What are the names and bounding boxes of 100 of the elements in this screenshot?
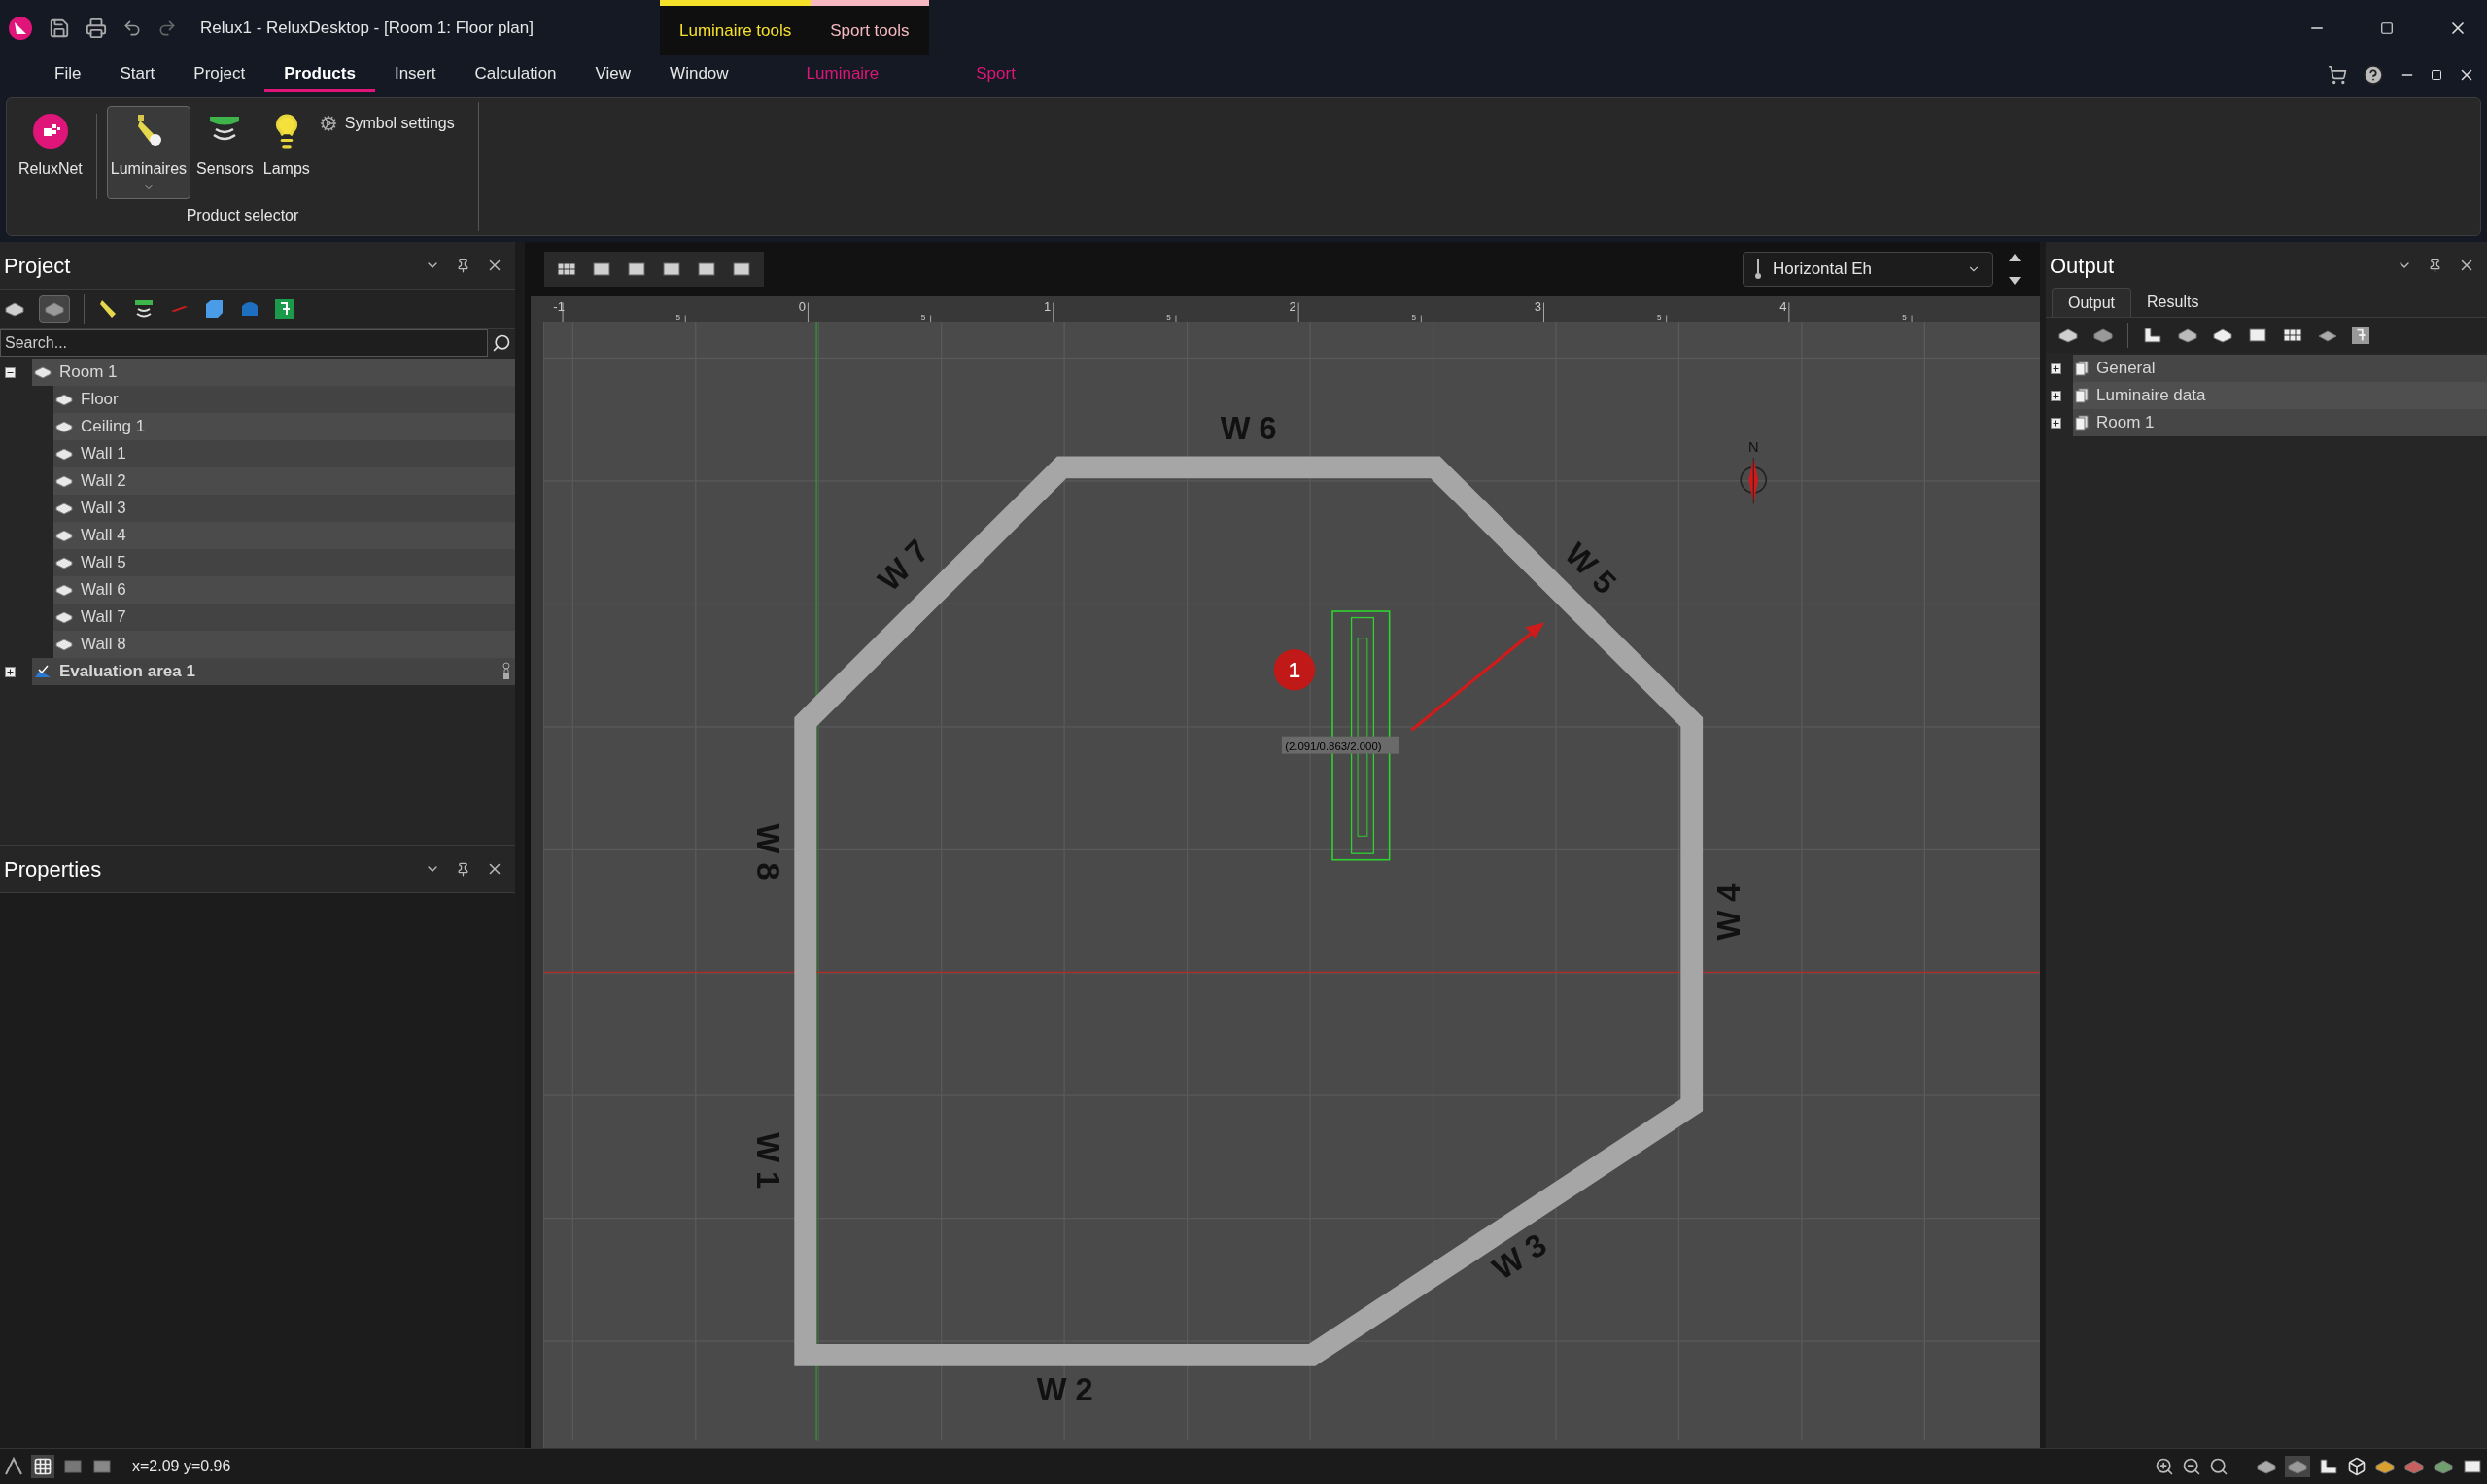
- view-select[interactable]: Horizontal Eh: [1743, 252, 1993, 287]
- l-shape-icon[interactable]: [2318, 1458, 2339, 1475]
- surface-icon: [34, 365, 52, 379]
- context-tab-header[interactable]: Luminaire tools: [660, 0, 812, 55]
- scroll-down-icon[interactable]: [2009, 277, 2021, 285]
- room-icon[interactable]: [2092, 327, 2114, 344]
- tree-item[interactable]: Wall 4: [81, 523, 126, 548]
- room-view-icon[interactable]: [2433, 1458, 2454, 1475]
- tree-item[interactable]: Wall 2: [81, 468, 126, 494]
- tree-item[interactable]: General: [2096, 356, 2156, 381]
- search-icon[interactable]: [492, 333, 511, 353]
- panel-tab[interactable]: Results: [2131, 288, 2215, 317]
- collapse-icon[interactable]: [5, 366, 16, 378]
- view-mode-icon[interactable]: [626, 260, 647, 278]
- surface-icon: [55, 501, 73, 515]
- menu-tab[interactable]: Luminaire: [786, 57, 899, 92]
- surface-icon: [55, 583, 73, 597]
- thermometer-icon: [1755, 259, 1761, 280]
- tree-item[interactable]: Wall 7: [81, 604, 126, 630]
- context-tab-header[interactable]: Sport tools: [811, 0, 929, 55]
- room-view-icon[interactable]: [2212, 327, 2233, 344]
- menu-tab[interactable]: Project: [174, 57, 265, 92]
- cart-icon[interactable]: [2328, 65, 2347, 85]
- coordinate-label: (2.091/0.863/2.000): [1285, 740, 1382, 752]
- search-field[interactable]: Search...: [0, 329, 488, 357]
- redo-icon[interactable]: [157, 17, 177, 38]
- view-mode-icon[interactable]: [696, 260, 717, 278]
- tree-item[interactable]: Ceiling 1: [81, 414, 146, 439]
- wall-label: W 5: [1558, 535, 1623, 602]
- menu-tab[interactable]: Products: [264, 57, 375, 92]
- zoom-out-icon[interactable]: [2182, 1457, 2201, 1476]
- tree-item[interactable]: Wall 8: [81, 632, 126, 657]
- exit-sign-icon[interactable]: [275, 299, 294, 319]
- tree-item[interactable]: Floor: [81, 387, 119, 412]
- sensor-icon[interactable]: [133, 298, 155, 320]
- surface-icon: [55, 447, 73, 461]
- view-mode-icon[interactable]: [591, 260, 612, 278]
- cursor-coordinates: x=2.09 y=0.96: [132, 1457, 231, 1476]
- cube-icon[interactable]: [2347, 1457, 2366, 1476]
- tree-item[interactable]: Wall 1: [81, 441, 126, 466]
- network-logo-icon: [31, 113, 69, 150]
- ribbon-button[interactable]: ReluxNet: [15, 106, 86, 199]
- evaluation-area-icon: [34, 665, 52, 678]
- menu-tab[interactable]: File: [35, 57, 101, 92]
- surface-icon: [55, 393, 73, 406]
- pin-icon[interactable]: [456, 861, 470, 877]
- wall-label: W 7: [871, 533, 936, 598]
- wall-label: W 6: [1220, 411, 1277, 446]
- view-mode-icon[interactable]: [556, 260, 577, 278]
- menu-tab[interactable]: Sport: [956, 57, 1035, 92]
- ribbon-button[interactable]: Luminaires: [106, 106, 191, 199]
- symbol-settings-link[interactable]: Symbol settings: [344, 112, 455, 135]
- room-icon[interactable]: [2287, 1458, 2308, 1475]
- ribbon-button[interactable]: Lamps: [259, 106, 314, 199]
- expand-icon[interactable]: [5, 666, 16, 677]
- gears-icon[interactable]: [319, 115, 337, 132]
- room-view-icon[interactable]: [2374, 1458, 2396, 1475]
- table-icon[interactable]: [2282, 327, 2303, 344]
- undo-icon[interactable]: [122, 17, 142, 38]
- panel-tab[interactable]: Output: [2052, 288, 2132, 317]
- documents-icon: [2075, 388, 2089, 403]
- scroll-up-icon[interactable]: [2009, 254, 2021, 261]
- save-icon[interactable]: [49, 17, 70, 39]
- print-icon[interactable]: [86, 17, 107, 39]
- tree-item[interactable]: Wall 5: [81, 550, 126, 575]
- pin-icon[interactable]: [456, 258, 470, 273]
- lock-icon[interactable]: [501, 661, 511, 682]
- menu-tab[interactable]: Window: [650, 57, 748, 92]
- expand-icon[interactable]: [2051, 390, 2061, 401]
- grid-icon[interactable]: [33, 1457, 52, 1476]
- tree-item[interactable]: Wall 3: [81, 496, 126, 521]
- menu-tab[interactable]: View: [575, 57, 651, 92]
- tree-item[interactable]: Room 1: [59, 360, 118, 385]
- pin-icon[interactable]: [2428, 258, 2442, 273]
- restore-icon[interactable]: [2431, 69, 2442, 81]
- help-icon[interactable]: [2363, 64, 2384, 86]
- wall-label: W 2: [1036, 1371, 1093, 1407]
- menu-tab[interactable]: Insert: [374, 57, 456, 92]
- room-view-icon[interactable]: [2177, 327, 2198, 344]
- view-mode-icon[interactable]: [661, 260, 682, 278]
- zoom-in-icon[interactable]: [2155, 1457, 2174, 1476]
- surface-icon: [55, 474, 73, 488]
- room-icon[interactable]: [44, 300, 65, 318]
- menu-tab[interactable]: Start: [100, 57, 175, 92]
- tree-item[interactable]: Wall 6: [81, 577, 126, 603]
- view-mode-icon[interactable]: [731, 260, 752, 278]
- wall-label: W 1: [750, 1132, 786, 1190]
- ribbon-button[interactable]: Sensors: [192, 106, 258, 199]
- room-walls[interactable]: [794, 456, 1704, 1366]
- zoom-icon[interactable]: [2209, 1457, 2228, 1476]
- snap-icon[interactable]: [4, 1457, 23, 1476]
- l-shape-icon[interactable]: [2142, 327, 2163, 344]
- expand-icon[interactable]: [2051, 417, 2061, 429]
- restore-icon[interactable]: [2380, 20, 2394, 35]
- tree-item[interactable]: Room 1: [2096, 410, 2155, 435]
- expand-icon[interactable]: [2051, 362, 2061, 374]
- surface-icon: [55, 638, 73, 651]
- menu-tab[interactable]: Calculation: [455, 57, 576, 92]
- cube-icon[interactable]: [203, 298, 225, 320]
- panel-title: Output: [2050, 252, 2115, 280]
